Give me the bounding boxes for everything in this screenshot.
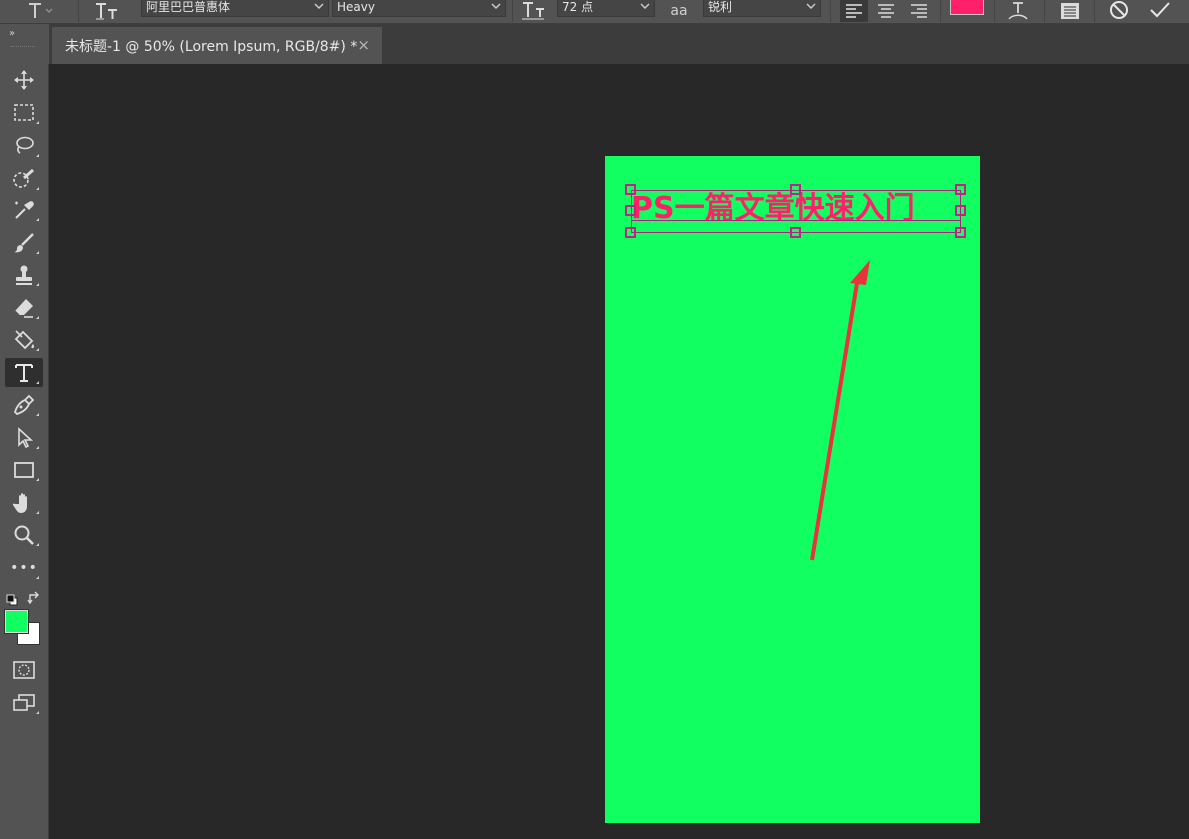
font-size-select[interactable]: 72 点 bbox=[557, 0, 655, 17]
swap-colors-icon[interactable] bbox=[27, 590, 41, 605]
text-baseline bbox=[631, 220, 961, 221]
document-canvas[interactable] bbox=[605, 156, 980, 823]
transform-handle-top-right[interactable] bbox=[955, 184, 966, 195]
eraser-icon bbox=[14, 298, 33, 318]
eyedropper-icon bbox=[15, 200, 34, 219]
paint-bucket-icon bbox=[14, 329, 35, 349]
hand-tool[interactable] bbox=[5, 488, 43, 517]
rectangle-icon bbox=[14, 461, 34, 478]
anti-alias-select[interactable]: 锐利 bbox=[703, 0, 821, 17]
foreground-color-swatch[interactable] bbox=[4, 609, 29, 634]
stamp-icon bbox=[16, 265, 32, 285]
pen-icon bbox=[13, 394, 35, 415]
quick-mask-icon bbox=[13, 660, 35, 679]
pen-tool[interactable] bbox=[5, 390, 43, 419]
text-color-swatch[interactable] bbox=[950, 0, 984, 15]
red-arrow-annotation bbox=[810, 260, 870, 561]
quick-selection-icon bbox=[13, 168, 34, 188]
brush-tool[interactable] bbox=[5, 228, 43, 257]
chevron-down-icon bbox=[640, 3, 650, 9]
align-right-button[interactable] bbox=[905, 0, 933, 22]
anti-alias-value: 锐利 bbox=[708, 0, 733, 14]
character-panel-icon[interactable] bbox=[1055, 0, 1085, 22]
paint-bucket-tool[interactable] bbox=[5, 325, 43, 354]
align-center-button[interactable] bbox=[872, 0, 900, 22]
lasso-tool[interactable] bbox=[5, 131, 43, 160]
transform-handle-left[interactable] bbox=[625, 205, 636, 216]
rectangle-tool[interactable] bbox=[5, 455, 43, 484]
commit-icon[interactable] bbox=[1145, 0, 1175, 22]
transform-handle-bottom[interactable] bbox=[790, 227, 801, 238]
type-icon bbox=[15, 363, 33, 382]
default-colors-icon[interactable] bbox=[6, 591, 18, 606]
transform-handle-bottom-left[interactable] bbox=[625, 227, 636, 238]
more-icon: ••• bbox=[10, 559, 38, 576]
cancel-icon[interactable] bbox=[1104, 0, 1134, 22]
quick-selection-tool[interactable] bbox=[5, 164, 43, 193]
font-family-select[interactable]: 阿里巴巴普惠体 bbox=[141, 0, 329, 17]
quick-mask-button[interactable] bbox=[5, 655, 43, 684]
transform-handle-top-left[interactable] bbox=[625, 184, 636, 195]
move-icon bbox=[14, 69, 34, 90]
path-selection-icon bbox=[18, 426, 34, 448]
type-tool[interactable] bbox=[5, 358, 43, 387]
move-tool[interactable] bbox=[5, 65, 43, 94]
transform-handle-right[interactable] bbox=[955, 205, 966, 216]
transform-handle-top[interactable] bbox=[790, 184, 801, 195]
font-family-value: 阿里巴巴普惠体 bbox=[146, 0, 231, 14]
anti-alias-icon: aa bbox=[670, 3, 688, 19]
zoom-icon bbox=[14, 525, 34, 545]
align-left-button[interactable] bbox=[840, 0, 868, 22]
chevron-down-icon bbox=[314, 3, 324, 9]
screen-mode-icon bbox=[13, 693, 35, 711]
eyedropper-tool[interactable] bbox=[5, 195, 43, 224]
lasso-icon bbox=[16, 136, 34, 154]
align-right-icon bbox=[911, 4, 927, 18]
eraser-tool[interactable] bbox=[5, 293, 43, 322]
font-size-icon bbox=[518, 0, 548, 22]
tools-panel: ••• bbox=[0, 64, 49, 839]
zoom-tool[interactable] bbox=[5, 520, 43, 549]
options-bar: 阿里巴巴普惠体 Heavy 72 点 aa 锐利 bbox=[0, 0, 1189, 24]
clone-stamp-tool[interactable] bbox=[5, 260, 43, 289]
document-tab[interactable]: 未标题-1 @ 50% (Lorem Ipsum, RGB/8#) * × bbox=[52, 27, 382, 64]
transform-handle-bottom-right[interactable] bbox=[955, 227, 966, 238]
type-tool-preset-icon[interactable] bbox=[24, 0, 54, 22]
align-left-icon bbox=[846, 4, 862, 18]
more-tools[interactable]: ••• bbox=[5, 553, 43, 582]
rectangular-marquee-tool[interactable] bbox=[5, 98, 43, 127]
screen-mode-button[interactable] bbox=[5, 688, 43, 717]
font-style-value: Heavy bbox=[337, 0, 375, 14]
toolbar-header: ›› bbox=[0, 24, 49, 64]
hand-icon bbox=[13, 492, 27, 513]
photoshop-window: 阿里巴巴普惠体 Heavy 72 点 aa 锐利 ›› 未标题-1 @ 50% … bbox=[0, 0, 1189, 839]
font-style-select[interactable]: Heavy bbox=[332, 0, 506, 17]
document-tab-title: 未标题-1 @ 50% (Lorem Ipsum, RGB/8#) * bbox=[65, 38, 358, 55]
text-orientation-icon[interactable] bbox=[92, 0, 122, 22]
close-tab-icon[interactable]: × bbox=[357, 36, 370, 54]
chevron-down-icon bbox=[491, 3, 501, 9]
brush-icon bbox=[14, 232, 34, 252]
font-size-value: 72 点 bbox=[562, 0, 594, 14]
collapse-toolbar-icon[interactable]: ›› bbox=[9, 28, 15, 39]
warp-text-icon[interactable] bbox=[1003, 0, 1033, 22]
align-center-icon bbox=[878, 4, 894, 18]
chevron-down-icon bbox=[806, 3, 816, 9]
marquee-icon bbox=[14, 103, 34, 121]
path-selection-tool[interactable] bbox=[5, 423, 43, 452]
